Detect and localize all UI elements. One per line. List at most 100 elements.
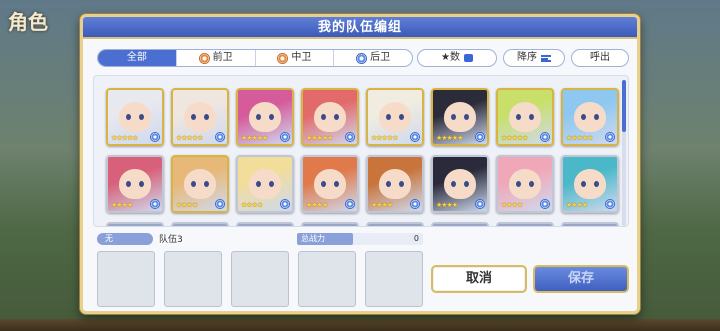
- star-rating: ★★★★★: [501, 134, 528, 142]
- character-card[interactable]: ★★★★: [366, 155, 424, 213]
- star-rating: ★★★★★: [306, 134, 333, 142]
- total-power-value: 0: [413, 234, 419, 243]
- character-card-partial[interactable]: [431, 222, 489, 226]
- filter-tab-vanguard[interactable]: 前卫: [177, 50, 256, 66]
- portrait-eye: [594, 114, 599, 120]
- character-card[interactable]: ★★★★★: [561, 88, 619, 146]
- portrait-eye: [269, 114, 274, 120]
- character-card-partial[interactable]: [561, 222, 619, 226]
- rank-icon: [410, 132, 420, 142]
- character-card[interactable]: ★★★★: [431, 155, 489, 213]
- rank-icon: [345, 132, 355, 142]
- rank-icon: [410, 199, 420, 209]
- portrait-eye: [191, 181, 196, 187]
- character-card[interactable]: ★★★★★: [496, 88, 554, 146]
- team-slot[interactable]: [298, 251, 356, 307]
- star-rating: ★★★★: [306, 201, 328, 209]
- portrait-eye: [594, 181, 599, 187]
- rank-icon: [475, 199, 485, 209]
- rank-icon: [280, 132, 290, 142]
- character-card[interactable]: ★★★★: [106, 155, 164, 213]
- filter-tab-label: 全部: [126, 52, 147, 63]
- vanguard-role-icon: [198, 52, 210, 64]
- grid-scrollbar[interactable]: [622, 80, 626, 226]
- portrait-eye: [386, 181, 391, 187]
- character-portrait: [509, 102, 541, 132]
- dialog-header: 我的队伍编组: [83, 17, 637, 39]
- character-card[interactable]: ★★★★★: [301, 88, 359, 146]
- character-card-partial[interactable]: [496, 222, 554, 226]
- grid-scrollbar-thumb[interactable]: [622, 80, 626, 132]
- star-rating: ★★★★★: [371, 134, 398, 142]
- character-card-partial[interactable]: [171, 222, 229, 226]
- sort-order-label: 降序: [517, 52, 537, 63]
- character-card[interactable]: ★★★★: [561, 155, 619, 213]
- star-rating: ★★★★★: [111, 134, 138, 142]
- sort-order-icon: [541, 54, 551, 62]
- team-slot[interactable]: [164, 251, 222, 307]
- rank-icon: [215, 132, 225, 142]
- portrait-eye: [321, 114, 326, 120]
- filter-tab-all[interactable]: 全部: [98, 50, 177, 66]
- character-portrait: [509, 169, 541, 199]
- dialog-title: 我的队伍编组: [317, 20, 402, 35]
- sort-key-label: ★数: [441, 52, 460, 63]
- character-portrait: [314, 169, 346, 199]
- bottom-nav-bar: [0, 319, 720, 331]
- star-rating: ★★★★★: [436, 134, 463, 142]
- portrait-eye: [139, 114, 144, 120]
- character-card[interactable]: ★★★★★: [366, 88, 424, 146]
- character-card[interactable]: ★★★★★: [106, 88, 164, 146]
- portrait-eye: [256, 181, 261, 187]
- filter-tab-middle[interactable]: 中卫: [256, 50, 335, 66]
- character-card[interactable]: ★★★★★: [171, 88, 229, 146]
- rank-icon: [605, 199, 615, 209]
- rank-icon: [475, 132, 485, 142]
- rank-icon: [605, 132, 615, 142]
- character-card[interactable]: ★★★★★: [431, 88, 489, 146]
- character-card-partial[interactable]: [236, 222, 294, 226]
- portrait-eye: [126, 181, 131, 187]
- character-card[interactable]: ★★★★: [301, 155, 359, 213]
- character-card-partial[interactable]: [106, 222, 164, 226]
- character-grid-panel: ★★★★★ ★★★★★ ★★★★★ ★★★★★ ★★★★★ ★★★★★ ★★★★★ ★★★★★…: [93, 75, 629, 227]
- cancel-button[interactable]: 取消: [431, 265, 527, 293]
- portrait-eye: [464, 181, 469, 187]
- team-slot[interactable]: [97, 251, 155, 307]
- team-slot[interactable]: [231, 251, 289, 307]
- sort-key-button[interactable]: ★数: [417, 49, 497, 67]
- character-card[interactable]: ★★★★: [236, 155, 294, 213]
- star-rating: ★★★★: [501, 201, 523, 209]
- portrait-eye: [581, 114, 586, 120]
- filter-tab-rearguard[interactable]: 后卫: [334, 50, 412, 66]
- rank-icon: [540, 132, 550, 142]
- character-portrait: [249, 102, 281, 132]
- sort-order-button[interactable]: 降序: [503, 49, 565, 67]
- character-card-partial[interactable]: [301, 222, 359, 226]
- rank-icon: [345, 199, 355, 209]
- star-rating: ★★★★★: [241, 134, 268, 142]
- portrait-eye: [321, 181, 326, 187]
- portrait-eye: [256, 114, 261, 120]
- character-card-partial[interactable]: [366, 222, 424, 226]
- character-portrait: [444, 169, 476, 199]
- total-power-bar: 总战力 0: [297, 233, 423, 245]
- character-card[interactable]: ★★★★: [171, 155, 229, 213]
- portrait-eye: [516, 114, 521, 120]
- portrait-eye: [451, 114, 456, 120]
- screen-title: 角色: [8, 10, 48, 34]
- team-slots: [97, 251, 423, 307]
- portrait-eye: [204, 114, 209, 120]
- character-portrait: [379, 169, 411, 199]
- sort-key-icon: [463, 54, 473, 62]
- team-slot[interactable]: [365, 251, 423, 307]
- call-button[interactable]: 呼出: [571, 49, 629, 67]
- portrait-eye: [464, 114, 469, 120]
- save-button[interactable]: 保存: [533, 265, 629, 293]
- star-rating: ★★★★: [436, 201, 458, 209]
- portrait-eye: [126, 114, 131, 120]
- rearguard-role-icon: [356, 52, 368, 64]
- character-card[interactable]: ★★★★★: [236, 88, 294, 146]
- character-portrait: [574, 102, 606, 132]
- character-card[interactable]: ★★★★: [496, 155, 554, 213]
